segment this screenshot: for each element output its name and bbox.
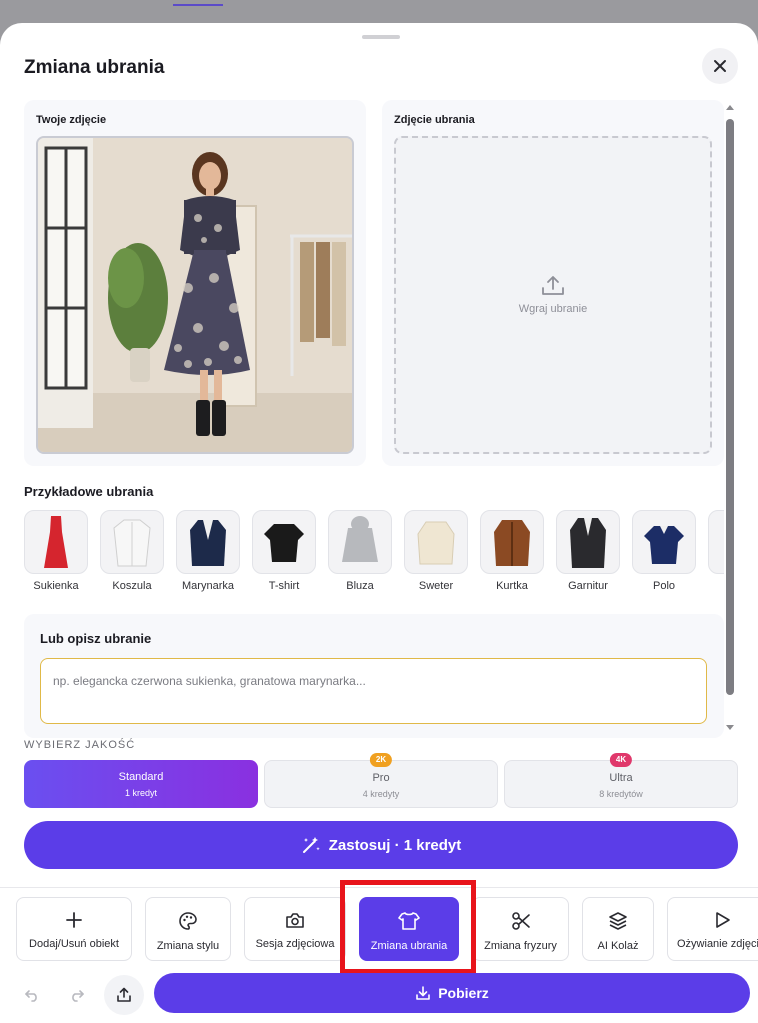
tool-photo-session[interactable]: Sesja zdjęciowa [244,897,346,961]
bottom-action-bar: Pobierz [0,973,758,1023]
redo-button[interactable] [57,975,97,1015]
sample-sukienka[interactable]: Sukienka [24,510,88,592]
sample-kurtka[interactable]: Kurtka [480,510,544,592]
suit-icon [556,510,620,574]
close-button[interactable] [702,48,738,84]
bottom-sheet-modal: Zmiana ubrania Twoje zdjęcie Zdjęcie ubr… [0,23,758,1023]
scrollbar-thumb[interactable] [726,119,734,695]
samples-title: Przykładowe ubrania [24,484,154,499]
apply-button[interactable]: Zastosuj · 1 kredyt [24,821,738,869]
undo-button[interactable] [12,975,52,1015]
scissors-icon [511,912,530,930]
sample-garnitur[interactable]: Garnitur [556,510,620,592]
camera-icon [286,913,304,928]
garment-photo-label: Zdjęcie ubrania [394,114,475,126]
tool-ai-collage[interactable]: AI Kolaż [582,897,654,961]
quality-pro-option[interactable]: 2K Pro 4 kredyty [264,753,498,808]
quality-label: WYBIERZ JAKOŚĆ [24,739,136,751]
sample-polo[interactable]: Polo [632,510,696,592]
undo-icon [25,990,37,1002]
redo-icon [72,990,84,1002]
tool-hairstyle-change[interactable]: Zmiana fryzury [472,897,569,961]
tool-photo-animation[interactable]: Ożywianie zdjęcia [667,897,758,961]
sample-koszula[interactable]: Koszula [100,510,164,592]
blazer-icon [176,510,240,574]
upload-text: Wgraj ubranie [518,303,588,315]
badge-2k: 2K [369,753,393,767]
scroll-down-arrow[interactable] [726,725,734,730]
scrollbar[interactable] [724,105,736,735]
sample-bluza[interactable]: Bluza [328,510,392,592]
hoodie-icon [328,510,392,574]
shirt-icon [100,510,164,574]
sample-tshirt[interactable]: T-shirt [252,510,316,592]
download-icon [416,986,431,1000]
sample-sweter[interactable]: Sweter [404,510,468,592]
magic-wand-icon [302,837,320,853]
palette-icon [179,912,197,930]
layers-icon [609,912,627,930]
description-input[interactable]: np. elegancka czerwona sukienka, granato… [40,658,707,724]
description-panel: Lub opisz ubranie np. elegancka czerwona… [24,614,724,738]
your-photo-label: Twoje zdjęcie [36,114,107,126]
garment-icon [708,510,724,574]
sweater-icon [404,510,468,574]
tshirt-icon [252,510,316,574]
jacket-icon [480,510,544,574]
dress-icon [24,510,88,574]
plus-icon [66,912,82,928]
sample-garment-partial[interactable]: K [708,510,724,592]
upload-icon [542,276,564,295]
tool-add-remove-object[interactable]: Dodaj/Usuń obiekt [16,897,132,961]
upload-icon [117,987,131,1002]
quality-standard-option[interactable]: Standard 1 kredyt [24,760,258,808]
quality-ultra-option[interactable]: 4K Ultra 8 kredytów [504,753,738,808]
badge-4k: 4K [609,753,633,767]
highlight-box [340,880,476,974]
sheet-grabber[interactable] [362,35,400,39]
sample-marynarka[interactable]: Marynarka [176,510,240,592]
share-button[interactable] [104,975,144,1015]
user-photo[interactable] [36,136,354,454]
play-icon [716,912,730,928]
download-button[interactable]: Pobierz [154,973,750,1013]
top-indicator [173,4,223,6]
modal-title: Zmiana ubrania [24,57,165,78]
close-icon [714,60,726,72]
description-title: Lub opisz ubranie [40,631,152,646]
scroll-up-arrow[interactable] [726,105,734,110]
polo-icon [632,510,696,574]
tool-style-change[interactable]: Zmiana stylu [145,897,231,961]
sample-garments-list: Sukienka Koszula Marynarka T-shirt Bluza… [24,510,724,596]
garment-upload-dropzone[interactable]: Wgraj ubranie [394,136,712,454]
